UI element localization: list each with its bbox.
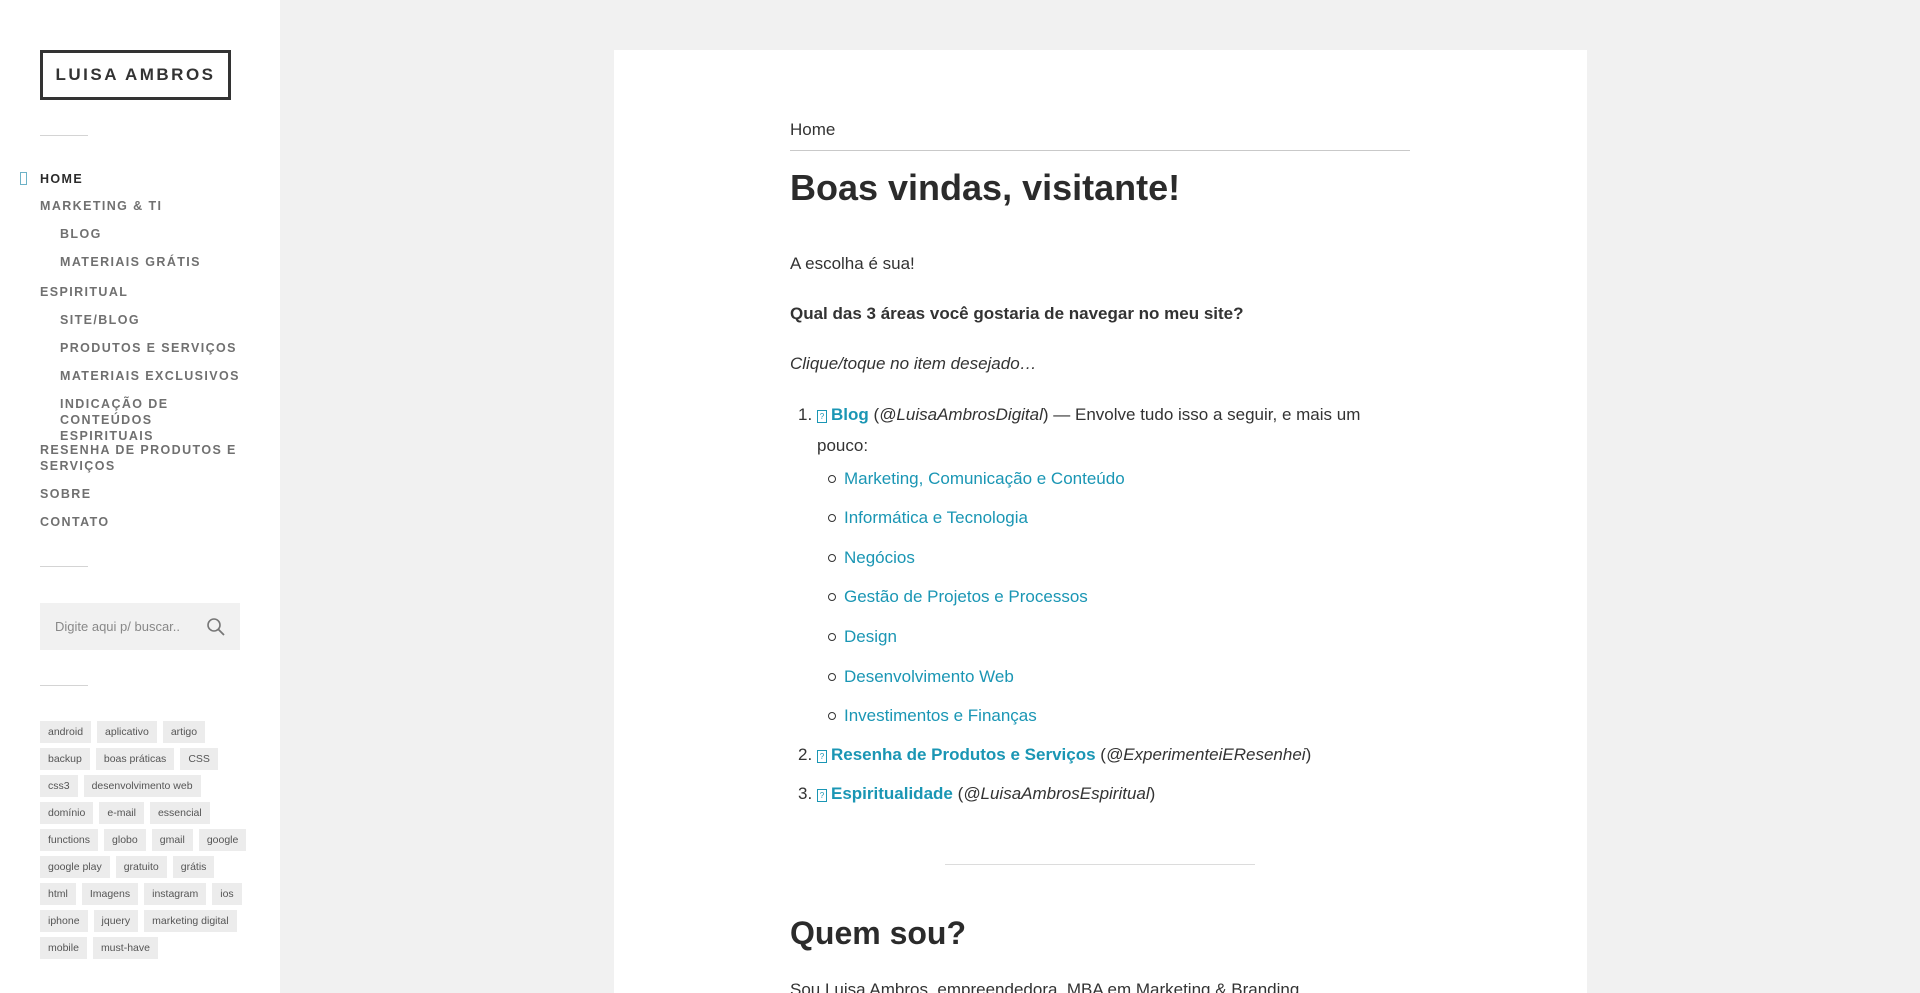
tag-link[interactable]: desenvolvimento web <box>83 775 201 797</box>
tag-cloud: android aplicativo artigo backup boas pr… <box>40 721 250 959</box>
breadcrumb[interactable]: Home <box>790 120 835 140</box>
nav-item-label: HOME <box>40 172 84 186</box>
tag-link[interactable]: marketing digital <box>144 910 237 932</box>
bullet-icon <box>828 712 836 720</box>
category-link-design[interactable]: Design <box>844 625 897 649</box>
list-item-text: ? Espiritualidade (@LuisaAmbrosEspiritual… <box>817 778 1377 809</box>
tag-link[interactable]: essencial <box>149 802 210 824</box>
social-handle: @ExperimenteiEResenhei <box>1105 745 1306 764</box>
tag-link[interactable]: aplicativo <box>97 721 157 743</box>
category-link-desenvolvimento[interactable]: Desenvolvimento Web <box>844 665 1014 689</box>
list-number: 3. <box>798 784 813 803</box>
about-paragraph: Sou Luisa Ambros, empreendedora, MBA em … <box>790 980 1300 993</box>
category-link-marketing[interactable]: Marketing, Comunicação e Conteúdo <box>844 467 1125 491</box>
tag-link[interactable]: globo <box>104 829 146 851</box>
tag-link[interactable]: mobile <box>40 937 87 959</box>
sidebar-separator <box>40 566 88 567</box>
content-card: Home Boas vindas, visitante! A escolha é… <box>614 50 1587 993</box>
nav-item-produtos-servicos[interactable]: PRODUTOS E SERVIÇOS <box>60 340 237 356</box>
social-handle: @LuisaAmbrosEspiritual <box>963 784 1150 803</box>
tag-link[interactable]: grátis <box>172 856 215 878</box>
category-link-investimentos[interactable]: Investimentos e Finanças <box>844 704 1037 728</box>
tag-link[interactable]: ios <box>212 883 242 905</box>
sidebar: LUISA AMBROS HOME MARKETING & TI BLOG MA… <box>0 0 280 993</box>
breadcrumb-divider <box>790 150 1410 151</box>
list-item-description: ) <box>1149 784 1156 803</box>
list-item-text: ? Blog (@LuisaAmbrosDigital) — Envolve tu… <box>817 405 1361 455</box>
tag-link[interactable]: css3 <box>40 775 78 797</box>
nav-item-sobre[interactable]: SOBRE <box>40 486 91 502</box>
bullet-icon <box>828 475 836 483</box>
nav-item-espiritual[interactable]: ESPIRITUAL <box>40 284 128 300</box>
current-page-icon <box>20 172 27 185</box>
bullet-icon <box>828 633 836 641</box>
espiritualidade-link[interactable]: Espiritualidade <box>831 784 953 803</box>
bullet-icon <box>828 593 836 601</box>
nav-item-label: RESENHA DE PRODUTOS E SERVIÇOS <box>40 443 237 473</box>
resenha-link[interactable]: Resenha de Produtos e Serviços <box>831 745 1096 764</box>
tag-link[interactable]: artigo <box>162 721 206 743</box>
tag-link[interactable]: jquery <box>93 910 139 932</box>
blog-link[interactable]: Blog <box>831 405 869 424</box>
missing-emoji-icon: ? <box>817 750 827 763</box>
site-title-link[interactable]: LUISA AMBROS <box>40 50 231 100</box>
search-input[interactable] <box>40 619 195 634</box>
nav-item-materiais-gratis[interactable]: MATERIAIS GRÁTIS <box>60 254 201 270</box>
page-title: Boas vindas, visitante! <box>790 167 1181 208</box>
list-number: 2. <box>798 745 813 764</box>
tag-link[interactable]: e-mail <box>99 802 144 824</box>
question-paragraph: Qual das 3 áreas você gostaria de navega… <box>790 304 1244 323</box>
instruction-paragraph: Clique/toque no item desejado… <box>790 354 1037 373</box>
tag-link[interactable]: iphone <box>40 910 88 932</box>
tag-link[interactable]: instagram <box>144 883 207 905</box>
nav-item-site-blog[interactable]: SITE/BLOG <box>60 312 140 328</box>
tag-link[interactable]: Imagens <box>81 883 139 905</box>
sidebar-separator <box>40 135 88 136</box>
tag-link[interactable]: gratuito <box>115 856 167 878</box>
sidebar-separator <box>40 685 88 686</box>
tag-link[interactable]: CSS <box>180 748 218 770</box>
tag-link[interactable]: backup <box>40 748 90 770</box>
tag-link[interactable]: gmail <box>151 829 193 851</box>
search-form <box>40 603 240 650</box>
tag-link[interactable]: html <box>40 883 76 905</box>
list-number: 1. <box>798 405 813 424</box>
bullet-icon <box>828 554 836 562</box>
nav-item-blog[interactable]: BLOG <box>60 226 102 242</box>
tag-link[interactable]: must-have <box>92 937 158 959</box>
tag-link[interactable]: domínio <box>40 802 94 824</box>
tag-link[interactable]: google <box>198 829 247 851</box>
nav-item-materiais-exclusivos[interactable]: MATERIAIS EXCLUSIVOS <box>60 368 240 384</box>
list-item-text: ? Resenha de Produtos e Serviços (@Experi… <box>817 739 1377 770</box>
category-link-informatica[interactable]: Informática e Tecnologia <box>844 506 1028 530</box>
category-link-negocios[interactable]: Negócios <box>844 546 915 570</box>
missing-emoji-icon: ? <box>817 789 827 802</box>
social-handle: @LuisaAmbrosDigital <box>879 405 1043 424</box>
nav-item-marketing-ti[interactable]: MARKETING & TI <box>40 198 162 214</box>
list-item-description: ) <box>1305 745 1312 764</box>
tag-link[interactable]: google play <box>40 856 110 878</box>
nav-item-label: INDICAÇÃO DE CONTEÚDOS ESPIRITUAIS <box>60 397 169 443</box>
nav-item-resenha[interactable]: RESENHA DE PRODUTOS E SERVIÇOS <box>40 442 240 474</box>
nav-item-contato[interactable]: CONTATO <box>40 514 110 530</box>
category-link-gestao[interactable]: Gestão de Projetos e Processos <box>844 585 1088 609</box>
intro-paragraph: A escolha é sua! <box>790 254 915 273</box>
nav-item-home[interactable]: HOME <box>20 171 84 187</box>
bullet-icon <box>828 673 836 681</box>
missing-emoji-icon: ? <box>817 410 827 423</box>
section-title: Quem sou? <box>790 915 967 951</box>
search-icon[interactable] <box>206 617 226 637</box>
tag-link[interactable]: functions <box>40 829 99 851</box>
bullet-icon <box>828 514 836 522</box>
tag-link[interactable]: boas práticas <box>95 748 175 770</box>
nav-item-indicacao-conteudos[interactable]: INDICAÇÃO DE CONTEÚDOS ESPIRITUAIS <box>60 396 250 444</box>
tag-link[interactable]: android <box>40 721 92 743</box>
section-divider <box>945 864 1255 865</box>
